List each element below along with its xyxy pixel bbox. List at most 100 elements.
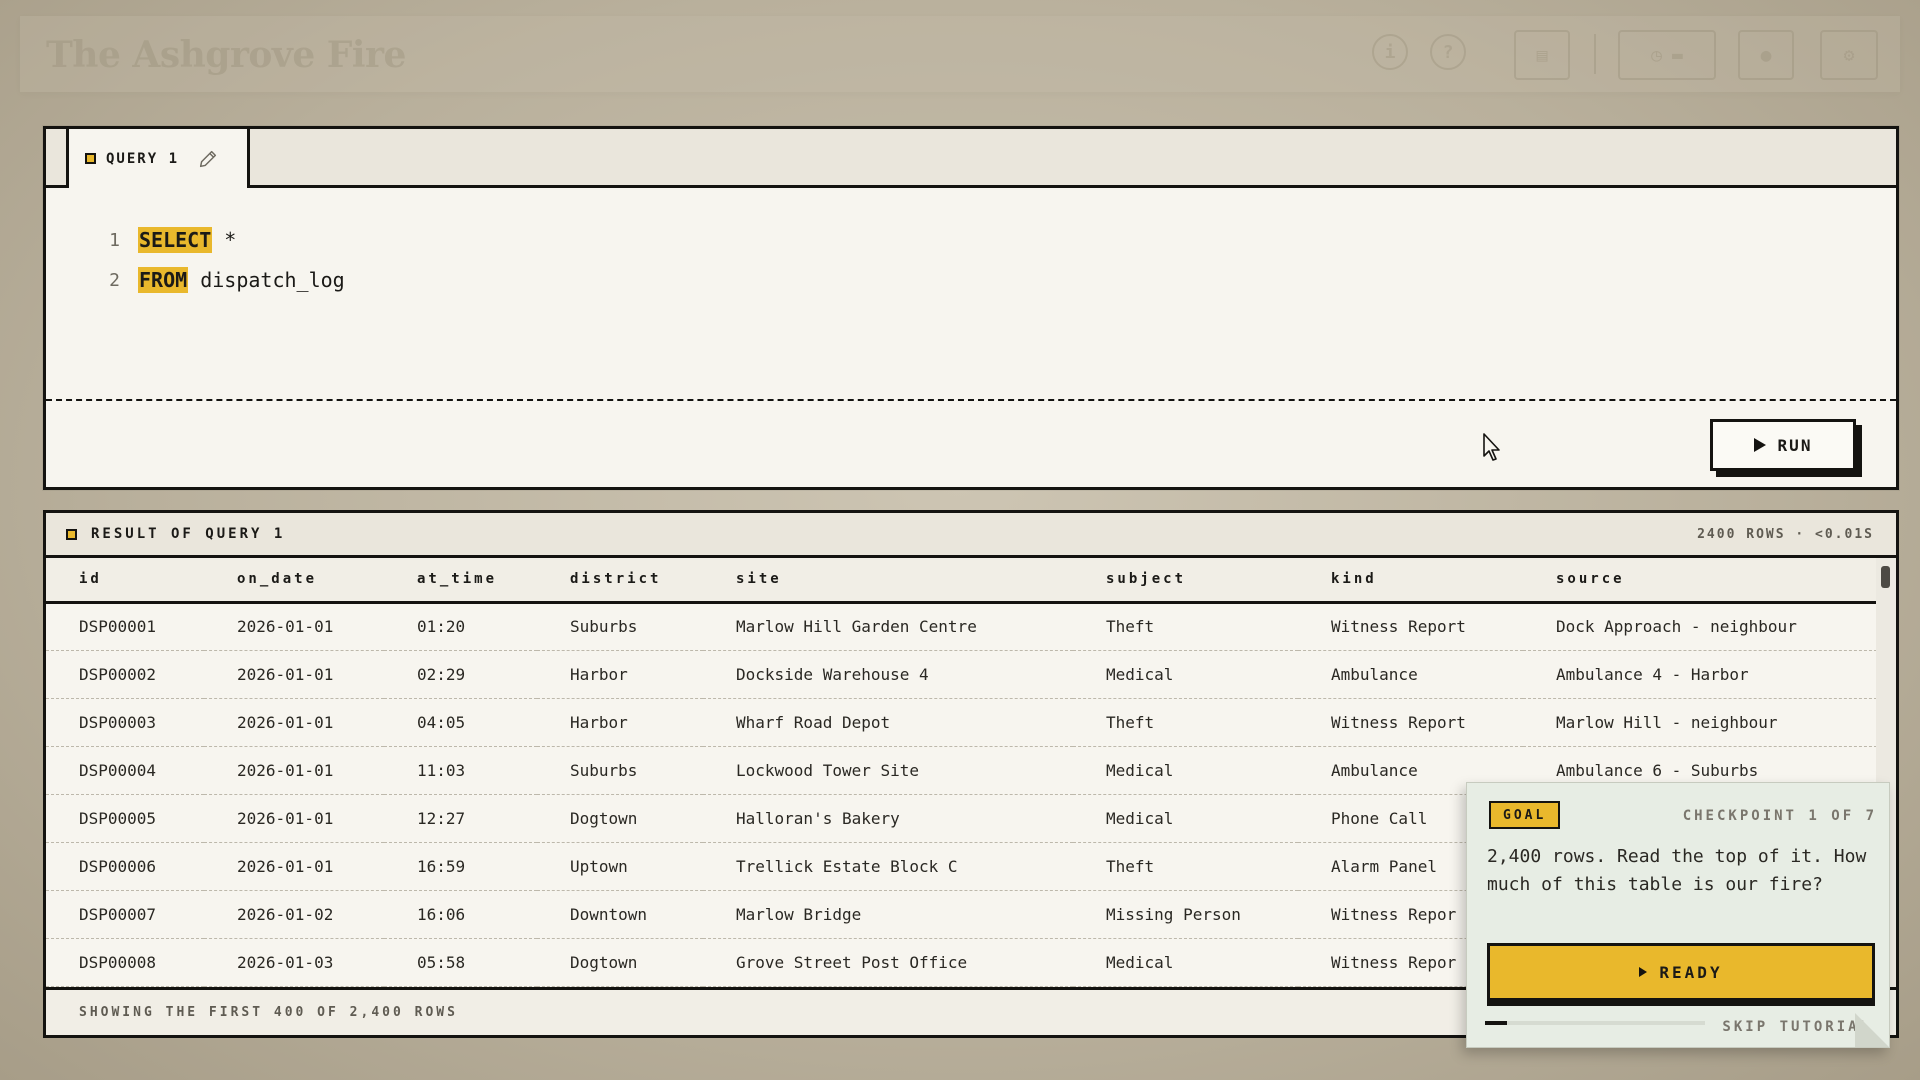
clipboard-button[interactable]: ▤ (1514, 30, 1570, 80)
code-line: 1 SELECT * (46, 220, 1896, 260)
table-cell-site: Trellick Estate Block C (703, 842, 1073, 891)
sql-editor[interactable]: 1 SELECT * 2 FROM dispatch_log (46, 188, 1896, 399)
table-cell-on_date: 2026-01-01 (204, 698, 384, 747)
column-header[interactable]: district (537, 558, 703, 604)
table-cell-site: Dockside Warehouse 4 (703, 650, 1073, 699)
table-cell-subject: Theft (1073, 602, 1298, 651)
table-cell-kind: Ambulance (1298, 650, 1523, 699)
settings-button[interactable]: ⚙ (1820, 30, 1878, 80)
table-cell-district: Dogtown (537, 794, 703, 843)
table-cell-at_time: 16:59 (384, 842, 537, 891)
column-header[interactable]: on_date (204, 558, 384, 604)
table-row[interactable]: DSP00002 2026-01-01 02:29 Harbor Dockside Wa… (46, 650, 1882, 699)
arrow-icon (1639, 967, 1648, 977)
table-cell-on_date: 2026-01-01 (204, 650, 384, 699)
column-header[interactable]: subject (1073, 558, 1298, 604)
table-cell-subject: Medical (1073, 794, 1298, 843)
table-row[interactable]: DSP00003 2026-01-01 04:05 Harbor Wharf Road … (46, 698, 1882, 747)
table-cell-subject: Missing Person (1073, 890, 1298, 939)
gear-icon: ⚙ (1843, 44, 1855, 66)
table-cell-site: Lockwood Tower Site (703, 746, 1073, 795)
line-number: 1 (109, 229, 120, 251)
table-cell-source: Dock Approach - neighbour (1523, 602, 1882, 651)
table-cell-site: Halloran's Bakery (703, 794, 1073, 843)
run-label: RUN (1777, 435, 1813, 455)
result-marker (66, 528, 77, 540)
table-cell-on_date: 2026-01-01 (204, 842, 384, 891)
help-icon[interactable]: ? (1430, 34, 1466, 70)
table-cell-id: DSP00002 (46, 650, 204, 699)
tutorial-progress-fill (1485, 1021, 1507, 1025)
column-header[interactable]: id (46, 558, 204, 604)
run-button[interactable]: RUN (1710, 419, 1856, 471)
tab-query-1[interactable]: QUERY 1 (66, 126, 250, 188)
table-cell-site: Marlow Hill Garden Centre (703, 602, 1073, 651)
table-cell-district: Uptown (537, 842, 703, 891)
table-cell-on_date: 2026-01-01 (204, 746, 384, 795)
table-cell-id: DSP00008 (46, 938, 204, 987)
info-icon[interactable]: i (1372, 34, 1408, 70)
scrollbar-thumb[interactable] (1881, 566, 1890, 588)
table-cell-site: Grove Street Post Office (703, 938, 1073, 987)
table-cell-on_date: 2026-01-01 (204, 602, 384, 651)
table-cell-id: DSP00006 (46, 842, 204, 891)
app-title: The Ashgrove Fire (46, 34, 406, 76)
ready-button[interactable]: READY (1487, 943, 1875, 1001)
query-editor-panel: QUERY 1 1 SELECT * 2 FROM dispatch_log R… (43, 126, 1899, 490)
table-row[interactable]: DSP00001 2026-01-01 01:20 Suburbs Marlow Hil… (46, 602, 1882, 651)
column-header[interactable]: source (1523, 558, 1882, 604)
result-meta: 2400 ROWS · <0.01S (1697, 526, 1874, 542)
history-button[interactable]: ◷ ▬ (1618, 30, 1716, 80)
table-header-row: id on_date at_time district site subject… (46, 558, 1882, 604)
circle-button[interactable]: ● (1738, 30, 1794, 80)
line-number: 2 (109, 269, 120, 291)
result-title: RESULT OF QUERY 1 (91, 526, 286, 542)
checkpoint-label: CHECKPOINT 1 OF 7 (1682, 808, 1877, 824)
pencil-icon[interactable] (197, 148, 219, 170)
code-line: 2 FROM dispatch_log (46, 260, 1896, 300)
table-cell-at_time: 12:27 (384, 794, 537, 843)
sql-text: * (212, 228, 237, 252)
table-cell-district: Harbor (537, 650, 703, 699)
goal-badge: GOAL (1489, 801, 1561, 829)
result-header: RESULT OF QUERY 1 2400 ROWS · <0.01S (46, 513, 1896, 558)
sql-keyword: SELECT (138, 227, 213, 253)
query-tab-strip: QUERY 1 (46, 126, 1896, 188)
table-cell-subject: Medical (1073, 746, 1298, 795)
skip-tutorial-link[interactable]: SKIP TUTORIAL (1722, 1019, 1871, 1035)
column-header[interactable]: kind (1298, 558, 1523, 604)
table-cell-on_date: 2026-01-03 (204, 938, 384, 987)
table-cell-at_time: 05:58 (384, 938, 537, 987)
table-cell-source: Marlow Hill - neighbour (1523, 698, 1882, 747)
table-cell-at_time: 01:20 (384, 602, 537, 651)
table-cell-subject: Theft (1073, 842, 1298, 891)
circle-icon: ● (1760, 44, 1772, 66)
mouse-cursor-icon (1483, 433, 1500, 461)
tab-label: QUERY 1 (106, 150, 180, 167)
table-cell-source: Ambulance 4 - Harbor (1523, 650, 1882, 699)
table-cell-kind: Witness Report (1298, 602, 1523, 651)
table-cell-id: DSP00003 (46, 698, 204, 747)
table-cell-district: Dogtown (537, 938, 703, 987)
table-cell-id: DSP00004 (46, 746, 204, 795)
table-cell-id: DSP00007 (46, 890, 204, 939)
table-cell-subject: Theft (1073, 698, 1298, 747)
editor-divider (46, 399, 1896, 401)
table-cell-id: DSP00005 (46, 794, 204, 843)
table-cell-on_date: 2026-01-02 (204, 890, 384, 939)
table-cell-subject: Medical (1073, 938, 1298, 987)
table-cell-at_time: 04:05 (384, 698, 537, 747)
table-cell-on_date: 2026-01-01 (204, 794, 384, 843)
table-cell-district: Suburbs (537, 602, 703, 651)
column-header[interactable]: at_time (384, 558, 537, 604)
table-cell-district: Downtown (537, 890, 703, 939)
table-cell-kind: Witness Report (1298, 698, 1523, 747)
tutorial-progress (1485, 1021, 1705, 1025)
table-cell-site: Wharf Road Depot (703, 698, 1073, 747)
column-header[interactable]: site (703, 558, 1073, 604)
sql-text: dispatch_log (188, 268, 345, 292)
sql-keyword: FROM (138, 267, 189, 293)
table-cell-subject: Medical (1073, 650, 1298, 699)
table-cell-id: DSP00001 (46, 602, 204, 651)
play-icon (1753, 438, 1766, 452)
